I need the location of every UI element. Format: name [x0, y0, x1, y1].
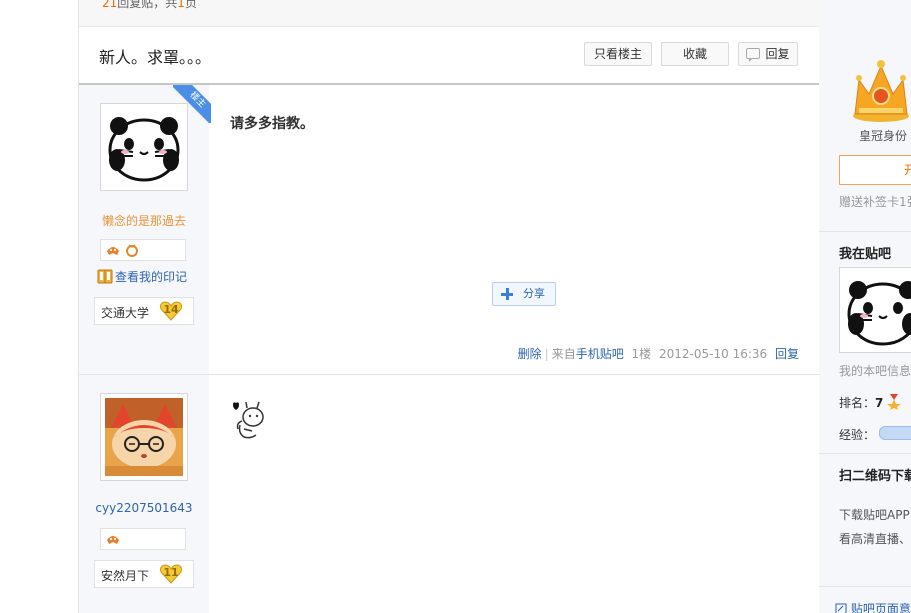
open-membership-button[interactable]: 开 [839, 155, 911, 185]
my-avatar[interactable] [839, 267, 911, 353]
reply-count-bar: 21回复贴，共1页 [79, 0, 819, 27]
username[interactable]: cyy2207501643 [79, 501, 209, 515]
exp-progress-bar [879, 426, 911, 440]
crown-label: 皇冠身份 [859, 129, 908, 143]
rank-value: 7 [875, 396, 884, 410]
qr-title: 扫二维码下载 [839, 469, 911, 484]
post-tail: 删除 | 来自手机贴吧 1楼 2012-05-10 16:36 回复 [518, 345, 799, 362]
only-op-button[interactable]: 只看楼主 [584, 42, 652, 66]
badge-strip [100, 528, 186, 550]
crown-icon [853, 60, 909, 122]
page-suffix: 页 [184, 0, 197, 10]
my-forum-info: 我的本吧信息 [839, 364, 911, 378]
post-content: 请多多指教。 [230, 116, 314, 132]
rank-row: 排名：7 [839, 394, 902, 411]
comment-icon [746, 48, 761, 62]
panda-avatar-image [105, 108, 183, 186]
level-number: 11 [163, 566, 179, 579]
feedback-label: 贴吧页面意见反馈 [850, 602, 911, 613]
reply-button[interactable]: 回复 [738, 42, 798, 66]
post-floor-2: cyy2207501643 安然月下 11 [79, 375, 819, 613]
thread-header: 新人。求罩。。。 只看楼主 收藏 回复 [79, 27, 819, 85]
reply-count-text: 21回复贴，共1页 [102, 0, 197, 11]
gift-text: 赠送补签卡1张 [839, 195, 911, 209]
author-panel: 懒念的是那過去 查看我的印记 交通大学 14 [79, 85, 209, 374]
post-floor-1: 懒念的是那過去 查看我的印记 交通大学 14 楼主 请多多指教。 分享 删除 |… [79, 85, 819, 375]
feedback-link[interactable]: 贴吧页面意见反馈 [835, 600, 911, 613]
download-line-1: 下载贴吧APP [839, 508, 910, 522]
panda-avatar-image [844, 272, 911, 350]
favorite-button[interactable]: 收藏 [661, 42, 729, 66]
reply-label: 回复贴，共 [117, 0, 178, 10]
share-button[interactable]: 分享 [492, 282, 556, 306]
post-time: 2012-05-10 16:36 [659, 347, 768, 361]
medal-icon [887, 394, 902, 410]
sticker-emoji-image [233, 401, 264, 439]
forum-level-badge[interactable]: 交通大学 14 [94, 297, 194, 325]
level-number: 14 [163, 303, 179, 316]
page-count: 1 [177, 0, 185, 10]
download-line-2: 看高清直播、 [839, 532, 911, 546]
right-sidebar: 皇冠身份 开 赠送补签卡1张 我在贴吧 我的本吧信息 排名：7 经验： 扫二维码… [819, 0, 911, 613]
section-divider [819, 231, 911, 232]
edit-icon [835, 603, 847, 613]
rank-label: 排名： [839, 396, 876, 410]
game-badge-icon[interactable] [106, 532, 120, 546]
exp-label: 经验： [839, 428, 876, 442]
section-divider [819, 586, 911, 587]
view-imprint-label: 查看我的印记 [115, 270, 188, 284]
client-link[interactable]: 手机贴吧 [576, 347, 624, 361]
floor-number: 1楼 [631, 347, 652, 361]
my-forum-title: 我在贴吧 [839, 247, 892, 262]
level-heart: 11 [159, 564, 183, 587]
level-name: 安然月下 [101, 569, 150, 583]
section-divider [819, 453, 911, 454]
reply-count: 21 [102, 0, 118, 10]
exp-row: 经验： [839, 426, 911, 443]
fox-avatar-image [105, 398, 183, 476]
level-name: 交通大学 [101, 306, 150, 320]
author-panel: cyy2207501643 安然月下 11 [79, 375, 209, 613]
delete-link[interactable]: 删除 [518, 347, 542, 361]
username[interactable]: 懒念的是那過去 [79, 212, 209, 229]
tail-separator: | [544, 347, 549, 361]
reply-button-label: 回复 [765, 47, 790, 61]
reply-link[interactable]: 回复 [775, 347, 799, 361]
level-heart: 14 [159, 301, 183, 324]
view-imprint-link[interactable]: 查看我的印记 [97, 268, 187, 285]
badge-strip [100, 239, 186, 261]
book-icon [97, 269, 113, 284]
thread-title: 新人。求罩。。。 [99, 48, 212, 67]
op-badge: 楼主 [173, 85, 211, 123]
forum-level-badge[interactable]: 安然月下 11 [94, 560, 194, 588]
open-button-label: 开 [904, 163, 911, 177]
op-ribbon: 楼主 [173, 85, 211, 123]
from-label: 来自 [551, 347, 576, 361]
avatar[interactable] [100, 393, 188, 481]
game-badge-icon[interactable] [106, 243, 120, 257]
plus-icon [501, 288, 513, 300]
share-label: 分享 [523, 287, 545, 300]
main-column: 21回复贴，共1页 新人。求罩。。。 只看楼主 收藏 回复 懒念的是那過去 查看… [78, 0, 820, 613]
ring-badge-icon[interactable] [125, 243, 139, 257]
